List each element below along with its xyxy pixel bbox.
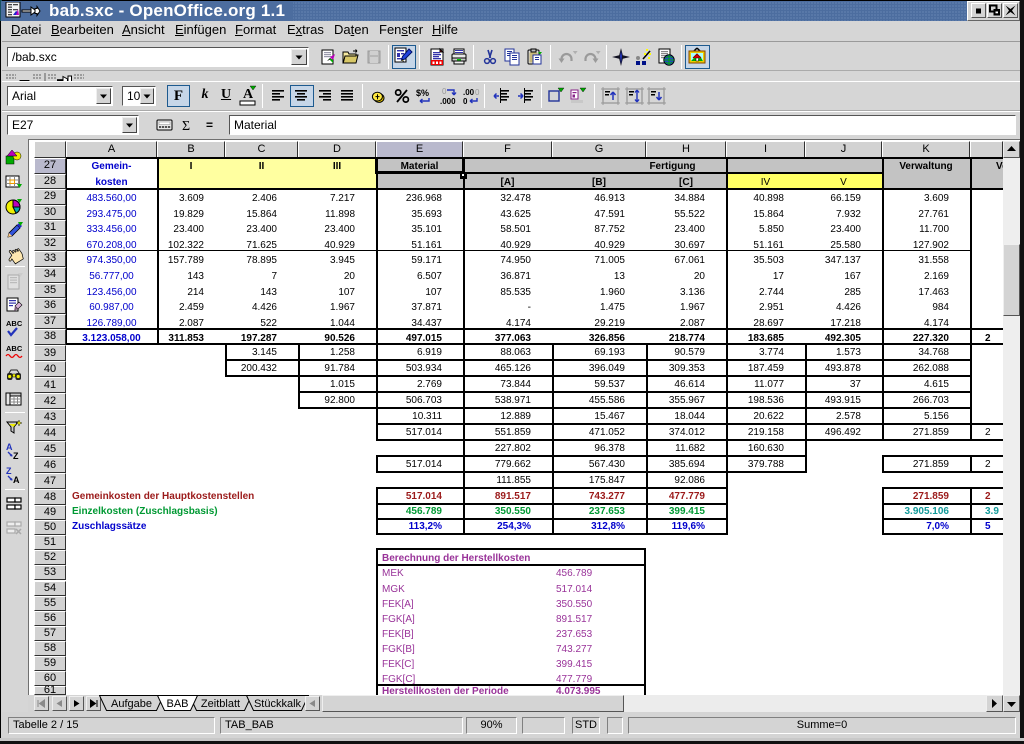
svg-text:ABC: ABC xyxy=(6,319,23,328)
svg-text:.00: .00 xyxy=(463,88,475,97)
svg-text:0: 0 xyxy=(463,97,468,106)
svg-text:A: A xyxy=(6,442,13,452)
svg-text:Σ: Σ xyxy=(182,119,190,133)
svg-text:=: = xyxy=(206,118,213,132)
svg-text:A: A xyxy=(13,475,20,485)
svg-text:Aufgabe: Aufgabe xyxy=(111,698,152,710)
svg-text:Zeitblatt: Zeitblatt xyxy=(201,698,240,710)
svg-text:Z: Z xyxy=(13,451,19,461)
svg-text:0: 0 xyxy=(475,88,480,97)
svg-text:0: 0 xyxy=(442,87,447,96)
svg-text:Stückkalk: Stückkalk xyxy=(254,698,302,710)
svg-text:Z: Z xyxy=(6,466,12,476)
svg-text:ABC: ABC xyxy=(6,344,23,353)
svg-text:$%: $% xyxy=(416,88,429,98)
svg-text:BAB: BAB xyxy=(166,698,188,710)
svg-text:.000: .000 xyxy=(440,97,456,106)
